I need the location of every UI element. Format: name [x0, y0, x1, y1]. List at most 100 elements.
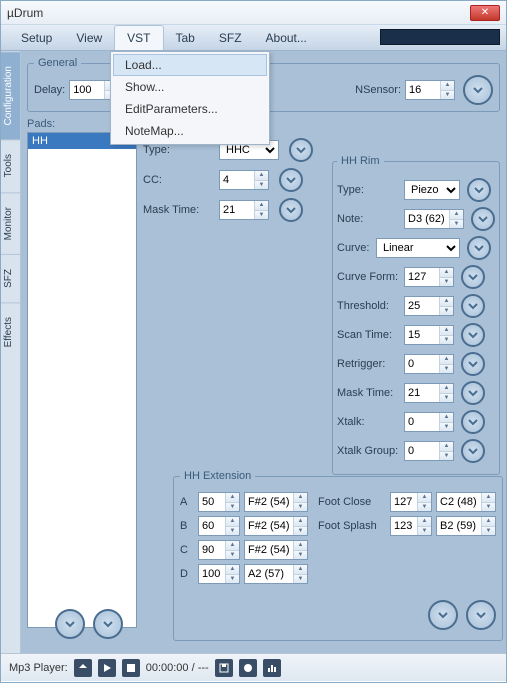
pads-prev-button[interactable]: [55, 609, 85, 639]
rim-mask-spin[interactable]: ▲▼: [404, 383, 454, 403]
rim-retrigger-btn[interactable]: [461, 352, 485, 376]
footsplash-val[interactable]: ▲▼: [390, 516, 432, 536]
mp3-time: 00:00:00 / ---: [146, 662, 209, 674]
rim-threshold-btn[interactable]: [461, 294, 485, 318]
footclose-note[interactable]: ▲▼: [436, 492, 496, 512]
close-button[interactable]: ✕: [470, 5, 500, 21]
menu-view[interactable]: View: [64, 25, 114, 50]
rim-scantime-btn[interactable]: [461, 323, 485, 347]
menu-sfz[interactable]: SFZ: [207, 25, 254, 50]
rim-mask-label: Mask Time:: [337, 387, 401, 399]
tab-tools[interactable]: Tools: [1, 139, 20, 191]
ext-d-note[interactable]: ▲▼: [244, 564, 308, 584]
mp3-levels-button[interactable]: [263, 659, 281, 677]
rim-xtalk-label: Xtalk:: [337, 416, 401, 428]
tab-effects[interactable]: Effects: [1, 302, 20, 361]
mp3-eject-button[interactable]: [74, 659, 92, 677]
ext-b-note[interactable]: ▲▼: [244, 516, 308, 536]
delay-label: Delay:: [34, 84, 65, 96]
hh-type-button[interactable]: [289, 138, 313, 162]
delay-input[interactable]: [70, 81, 104, 99]
menu-progress: [380, 29, 500, 45]
hh-mask-label: Mask Time:: [143, 204, 213, 216]
rim-curveform-spin[interactable]: ▲▼: [404, 267, 454, 287]
footclose-label: Foot Close: [318, 496, 386, 508]
rim-mask-btn[interactable]: [461, 381, 485, 405]
hh-cc-spinner[interactable]: ▲▼: [219, 170, 269, 190]
rim-scantime-spin[interactable]: ▲▼: [404, 325, 454, 345]
rim-type-btn[interactable]: [467, 178, 491, 202]
side-tabs: Configuration Tools Monitor SFZ Effects: [1, 51, 21, 653]
hh-cc-input[interactable]: [220, 171, 254, 189]
general-legend: General: [34, 57, 81, 69]
hh-cc-button[interactable]: [279, 168, 303, 192]
rim-curve-label: Curve:: [337, 242, 373, 254]
rim-retrigger-label: Retrigger:: [337, 358, 401, 370]
ext-a-val[interactable]: ▲▼: [198, 492, 240, 512]
hh-extension-panel: HH Extension A▲▼▲▼ B▲▼▲▼ C▲▼▲▼ D▲▼▲▼ Foo…: [173, 470, 500, 647]
hh-mask-button[interactable]: [279, 198, 303, 222]
nsensor-spinner[interactable]: ▲▼: [405, 80, 455, 100]
nsensor-input[interactable]: [406, 81, 440, 99]
menu-setup[interactable]: Setup: [9, 25, 64, 50]
footsplash-note[interactable]: ▲▼: [436, 516, 496, 536]
mp3-stop-button[interactable]: [122, 659, 140, 677]
dropdown-show[interactable]: Show...: [113, 76, 267, 98]
menubar: Setup View VST Tab SFZ About...: [1, 25, 506, 51]
pads-next-button[interactable]: [93, 609, 123, 639]
hh-rim-legend: HH Rim: [337, 155, 384, 167]
dropdown-editparameters[interactable]: EditParameters...: [113, 98, 267, 120]
rim-curve-btn[interactable]: [467, 236, 491, 260]
ext-b-val[interactable]: ▲▼: [198, 516, 240, 536]
hh-mask-spinner[interactable]: ▲▼: [219, 200, 269, 220]
rim-xtalk-spin[interactable]: ▲▼: [404, 412, 454, 432]
dropdown-notemap[interactable]: NoteMap...: [113, 120, 267, 142]
rim-xtalkg-spin[interactable]: ▲▼: [404, 441, 454, 461]
footclose-val[interactable]: ▲▼: [390, 492, 432, 512]
nsensor-up[interactable]: ▲: [441, 81, 454, 91]
mp3-save-button[interactable]: [215, 659, 233, 677]
tab-sfz[interactable]: SFZ: [1, 254, 20, 302]
ext-c-val[interactable]: ▲▼: [198, 540, 240, 560]
pads-nav-buttons: [51, 609, 123, 639]
ext-action-1[interactable]: [428, 600, 458, 630]
rim-retrigger-spin[interactable]: ▲▼: [404, 354, 454, 374]
mp3-record-button[interactable]: [239, 659, 257, 677]
ext-a-note[interactable]: ▲▼: [244, 492, 308, 512]
ext-a-label: A: [180, 496, 194, 508]
mp3-label: Mp3 Player:: [9, 662, 68, 674]
tab-configuration[interactable]: Configuration: [1, 51, 20, 139]
ext-c-note[interactable]: ▲▼: [244, 540, 308, 560]
hh-cc-label: CC:: [143, 174, 213, 186]
menu-tab[interactable]: Tab: [164, 25, 207, 50]
tab-monitor[interactable]: Monitor: [1, 192, 20, 254]
rim-curveform-label: Curve Form:: [337, 271, 401, 283]
ext-d-val[interactable]: ▲▼: [198, 564, 240, 584]
menu-about[interactable]: About...: [254, 25, 319, 50]
footsplash-label: Foot Splash: [318, 520, 386, 532]
rim-xtalk-btn[interactable]: [461, 410, 485, 434]
pads-list[interactable]: HH: [27, 132, 137, 628]
rim-curveform-btn[interactable]: [461, 265, 485, 289]
rim-threshold-label: Threshold:: [337, 300, 401, 312]
menu-vst[interactable]: VST: [114, 25, 163, 50]
rim-note-spin[interactable]: ▲▼: [404, 209, 464, 229]
dropdown-load[interactable]: Load...: [113, 54, 267, 76]
hh-mask-input[interactable]: [220, 201, 254, 219]
rim-threshold-spin[interactable]: ▲▼: [404, 296, 454, 316]
nsensor-label: NSensor:: [355, 84, 401, 96]
rim-type-label: Type:: [337, 184, 401, 196]
rim-note-btn[interactable]: [471, 207, 495, 231]
rim-type-select[interactable]: Piezo: [404, 180, 460, 200]
nsensor-down[interactable]: ▼: [441, 91, 454, 100]
ext-action-2[interactable]: [466, 600, 496, 630]
window-title: µDrum: [7, 6, 470, 20]
rim-xtalkg-btn[interactable]: [461, 439, 485, 463]
nsensor-button[interactable]: [463, 75, 493, 105]
statusbar: Mp3 Player: 00:00:00 / ---: [1, 653, 506, 681]
mp3-play-button[interactable]: [98, 659, 116, 677]
rim-xtalkg-label: Xtalk Group:: [337, 445, 401, 457]
hh-ext-legend: HH Extension: [180, 470, 255, 482]
rim-curve-select[interactable]: Linear: [376, 238, 460, 258]
vst-dropdown: Load... Show... EditParameters... NoteMa…: [110, 51, 270, 145]
